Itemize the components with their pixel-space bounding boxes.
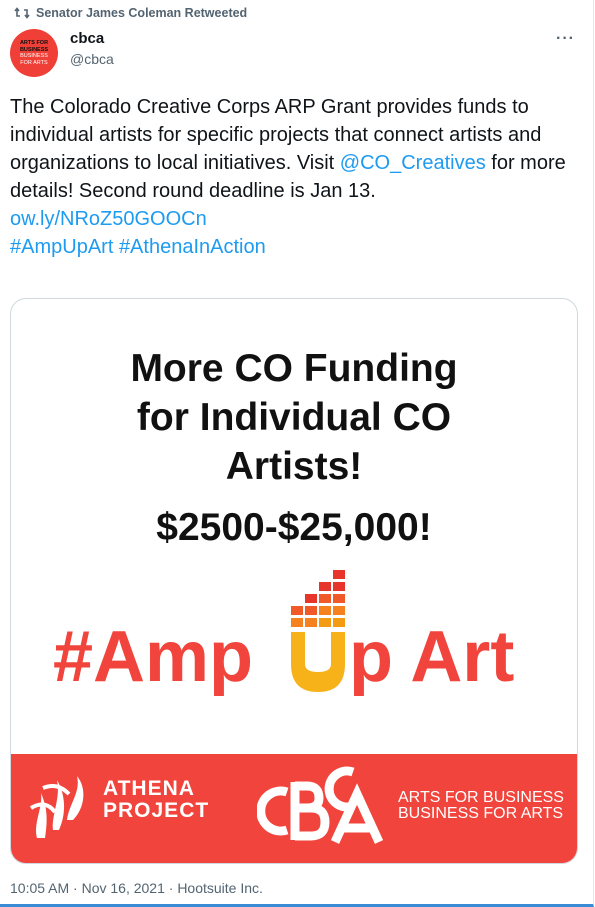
cbca-logo [257, 766, 384, 844]
hashtag-link-1[interactable]: #AmpUpArt [10, 236, 113, 258]
author-handle[interactable]: @cbca [70, 51, 114, 67]
tweet-text: The Colorado Creative Corps ARP Grant pr… [10, 93, 580, 261]
tweet-timestamp[interactable]: 10:05 AM · Nov 16, 2021 · Hootsuite Inc. [10, 880, 263, 896]
retweet-indicator[interactable]: Senator James Coleman Retweeted [14, 6, 247, 20]
avatar-line-4: FOR ARTS [20, 59, 48, 66]
amp-up-art-logo: #Amp p Art [53, 570, 514, 697]
retweet-icon [14, 7, 30, 19]
athena-line-1: ATHENA [103, 777, 195, 800]
athena-project-logo: ATHENA PROJECT [103, 778, 209, 822]
more-options-button[interactable]: ··· [556, 30, 575, 48]
amp-left-text: #Amp [53, 617, 253, 697]
author-name[interactable]: cbca [70, 30, 104, 47]
card-headline-2: for Individual CO [136, 396, 452, 439]
cbca-line-1: ARTS FOR BUSINESS [398, 789, 564, 806]
amp-right-text: p Art [349, 617, 514, 697]
card-headline-1: More CO Funding [130, 347, 458, 390]
media-card[interactable]: More CO Funding for Individual CO Artist… [10, 298, 578, 864]
avatar[interactable]: ARTS FOR BUSINESS BUSINESS FOR ARTS [10, 29, 58, 77]
sponsor-band: ATHENA PROJECT ARTS FOR BUSINESS BUSINES… [11, 754, 577, 863]
mention-link[interactable]: @CO_Creatives [340, 152, 486, 174]
card-headline-3: Artists! [225, 445, 363, 488]
hashtag-link-2[interactable]: #AthenaInAction [119, 236, 266, 258]
athena-figure-icon [29, 776, 84, 838]
equalizer-bars-icon [291, 570, 345, 692]
cbca-tagline: ARTS FOR BUSINESS BUSINESS FOR ARTS [398, 790, 564, 822]
url-link[interactable]: ow.ly/NRoZ50GOOCn [10, 208, 207, 230]
cbca-line-2: BUSINESS FOR ARTS [398, 805, 564, 822]
retweet-label: Senator James Coleman Retweeted [36, 6, 248, 20]
athena-line-2: PROJECT [103, 799, 210, 822]
card-amount: $2500-$25,000! [156, 506, 432, 549]
